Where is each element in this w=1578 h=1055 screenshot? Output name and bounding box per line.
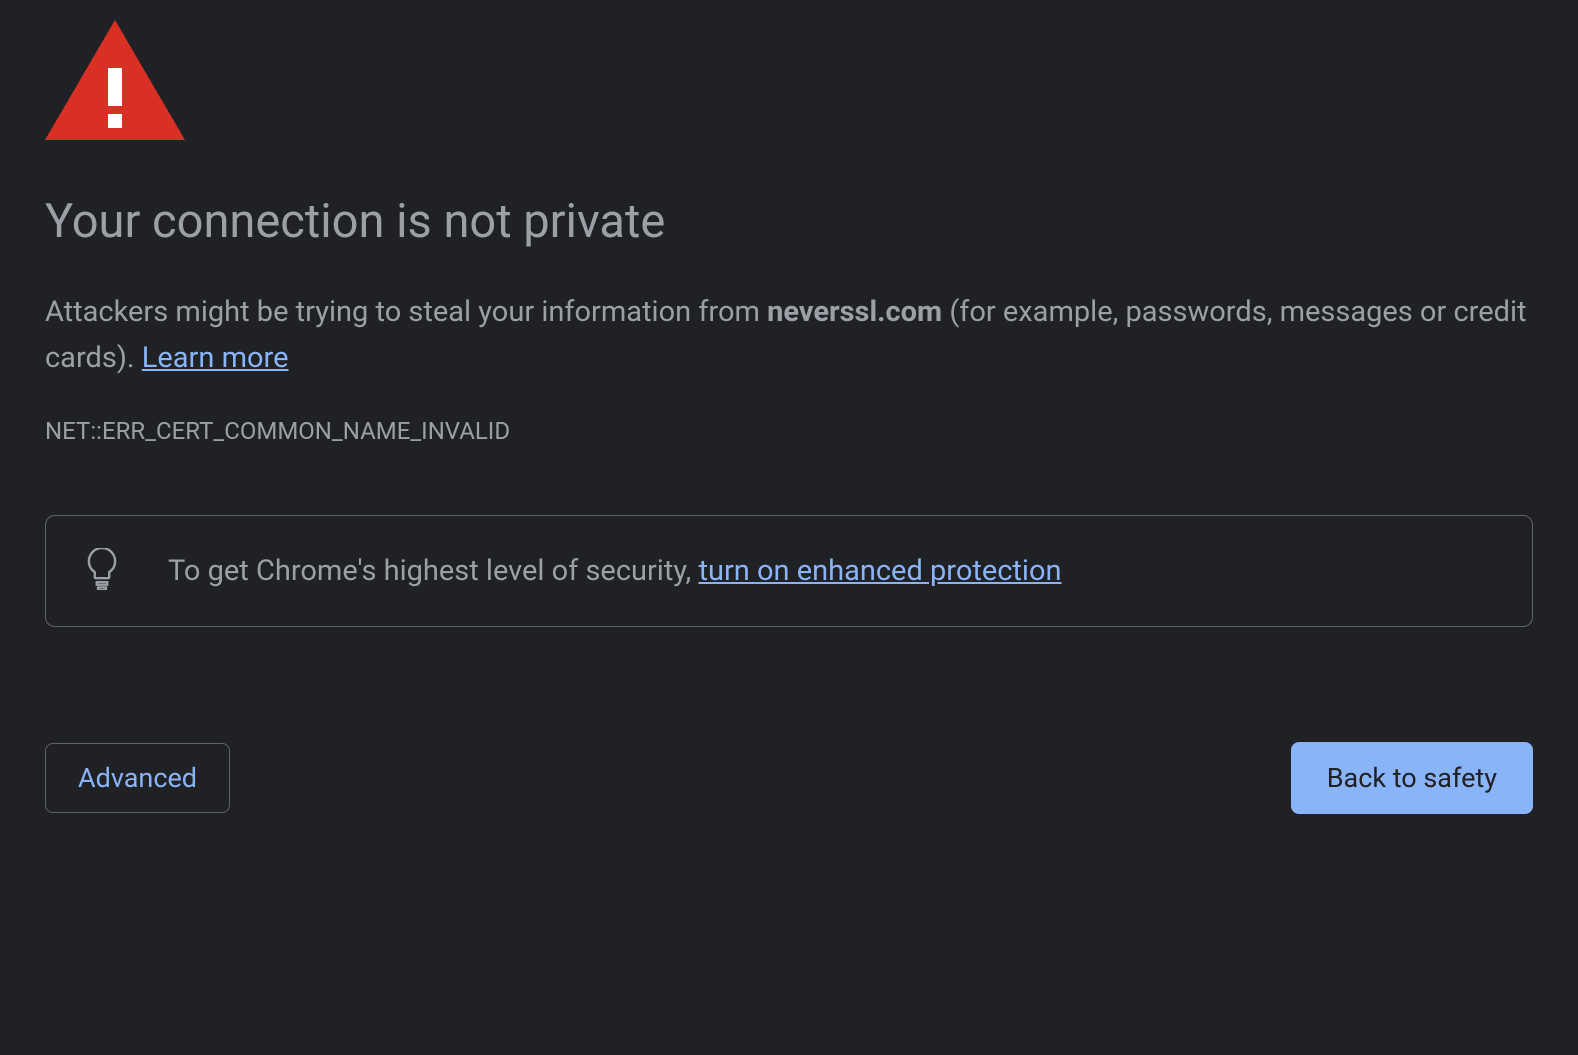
page-heading: Your connection is not private: [45, 194, 1533, 249]
warning-triangle-icon: [45, 20, 1533, 144]
suggestion-prefix: To get Chrome's highest level of securit…: [168, 554, 698, 588]
learn-more-link[interactable]: Learn more: [142, 341, 289, 375]
description-domain: neverssl.com: [767, 295, 942, 329]
enhanced-protection-suggestion: To get Chrome's highest level of securit…: [45, 515, 1533, 627]
advanced-button[interactable]: Advanced: [45, 743, 230, 813]
button-row: Advanced Back to safety: [45, 742, 1533, 814]
error-page-container: Your connection is not private Attackers…: [0, 0, 1578, 859]
enhanced-protection-link[interactable]: turn on enhanced protection: [698, 554, 1061, 588]
description-prefix: Attackers might be trying to steal your …: [45, 295, 767, 329]
back-to-safety-button[interactable]: Back to safety: [1291, 742, 1533, 814]
suggestion-text: To get Chrome's highest level of securit…: [168, 554, 1062, 588]
error-description: Attackers might be trying to steal your …: [45, 289, 1533, 382]
lightbulb-icon: [86, 548, 118, 594]
error-code-text: NET::ERR_CERT_COMMON_NAME_INVALID: [45, 417, 1533, 445]
